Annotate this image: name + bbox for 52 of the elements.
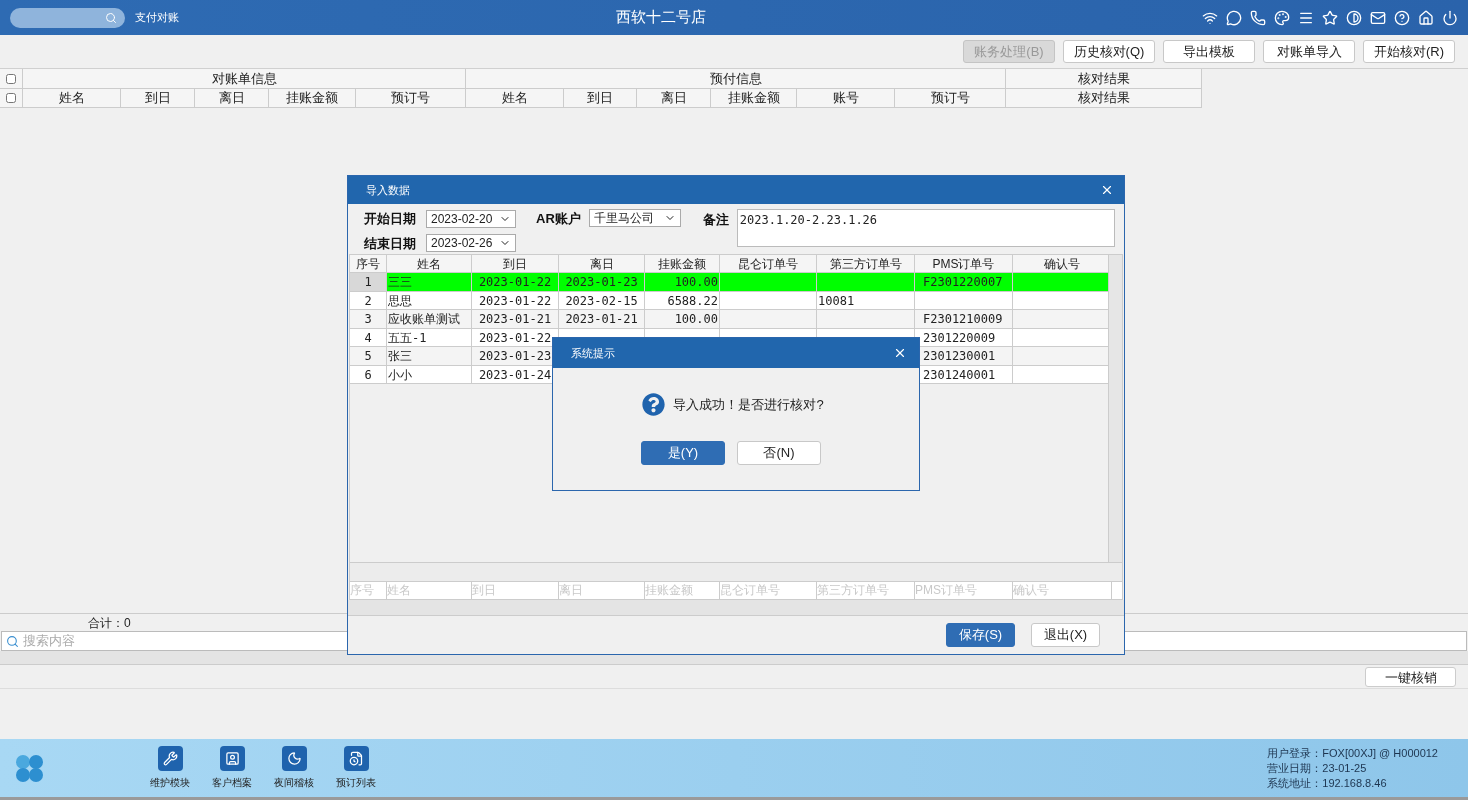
column-header: 序号 [350, 255, 387, 273]
table-cell: 2023-01-21 [472, 310, 559, 329]
column-header: 预订号 [356, 89, 466, 108]
column-header: 预订号 [895, 89, 1006, 108]
column-header: 姓名 [387, 255, 472, 273]
table-cell: 2023-01-21 [559, 310, 645, 329]
dialog-title: 系统提示 [571, 345, 615, 361]
table-cell: 三三 [387, 273, 472, 292]
status-text: 用户登录：FOX[00XJ] @ H000012 [1267, 745, 1438, 761]
table-cell: 6 [350, 365, 387, 384]
table-cell: 张三 [387, 347, 472, 366]
table-cell: 1 [350, 273, 387, 292]
prompt-message: 导入成功！是否进行核对? [673, 395, 824, 414]
window-title: 西软十二号店 [615, 7, 706, 28]
column-header: 姓名 [23, 89, 121, 108]
field-label: 备注 [702, 211, 729, 229]
column-header: 离日 [195, 89, 269, 108]
table-cell: F2301220007 [915, 273, 1013, 292]
column-header: 离日 [559, 255, 645, 273]
table-cell: 小小 [387, 365, 472, 384]
group-header-cell: 对账单信息 [23, 69, 466, 89]
column-header: 挂账金额 [645, 255, 720, 273]
table-cell: 2023-01-23 [559, 273, 645, 292]
column-header: 昆仑订单号 [720, 255, 817, 273]
column-header: 离日 [637, 89, 711, 108]
column-header: 到日 [564, 89, 637, 108]
table-cell: 100.00 [645, 310, 720, 329]
table-cell: 100.00 [645, 273, 720, 292]
group-header-cell: 核对结果 [1006, 69, 1202, 89]
table-cell: 5 [350, 347, 387, 366]
status-text: 营业日期：23-01-25 [1267, 760, 1368, 776]
dialog-title: 导入数据 [366, 182, 410, 198]
module-title: 支付对账 [135, 10, 179, 26]
column-header: PMS订单号 [915, 255, 1013, 273]
column-header: 姓名 [466, 89, 564, 108]
column-header: 第三方订单号 [817, 255, 915, 273]
field-label: 开始日期 [364, 210, 417, 228]
column-header: 挂账金额 [269, 89, 356, 108]
column-header: 到日 [121, 89, 195, 108]
table-cell: 2023-01-22 [472, 273, 559, 292]
column-header: 账号 [797, 89, 895, 108]
group-header-cell: 预付信息 [466, 69, 1006, 89]
status-text: 系统地址：192.168.8.46 [1267, 775, 1388, 791]
column-header: 到日 [472, 255, 559, 273]
field-label: 结束日期 [364, 234, 417, 253]
field-label: AR账户 [536, 210, 581, 228]
column-header: 核对结果 [1006, 89, 1202, 108]
total-label: 合计：0 [88, 614, 131, 632]
table-cell: F2301210009 [915, 310, 1013, 329]
table-cell: 3 [350, 310, 387, 329]
column-header: 挂账金额 [711, 89, 797, 108]
table-cell: 应收账单测试 [387, 310, 472, 329]
